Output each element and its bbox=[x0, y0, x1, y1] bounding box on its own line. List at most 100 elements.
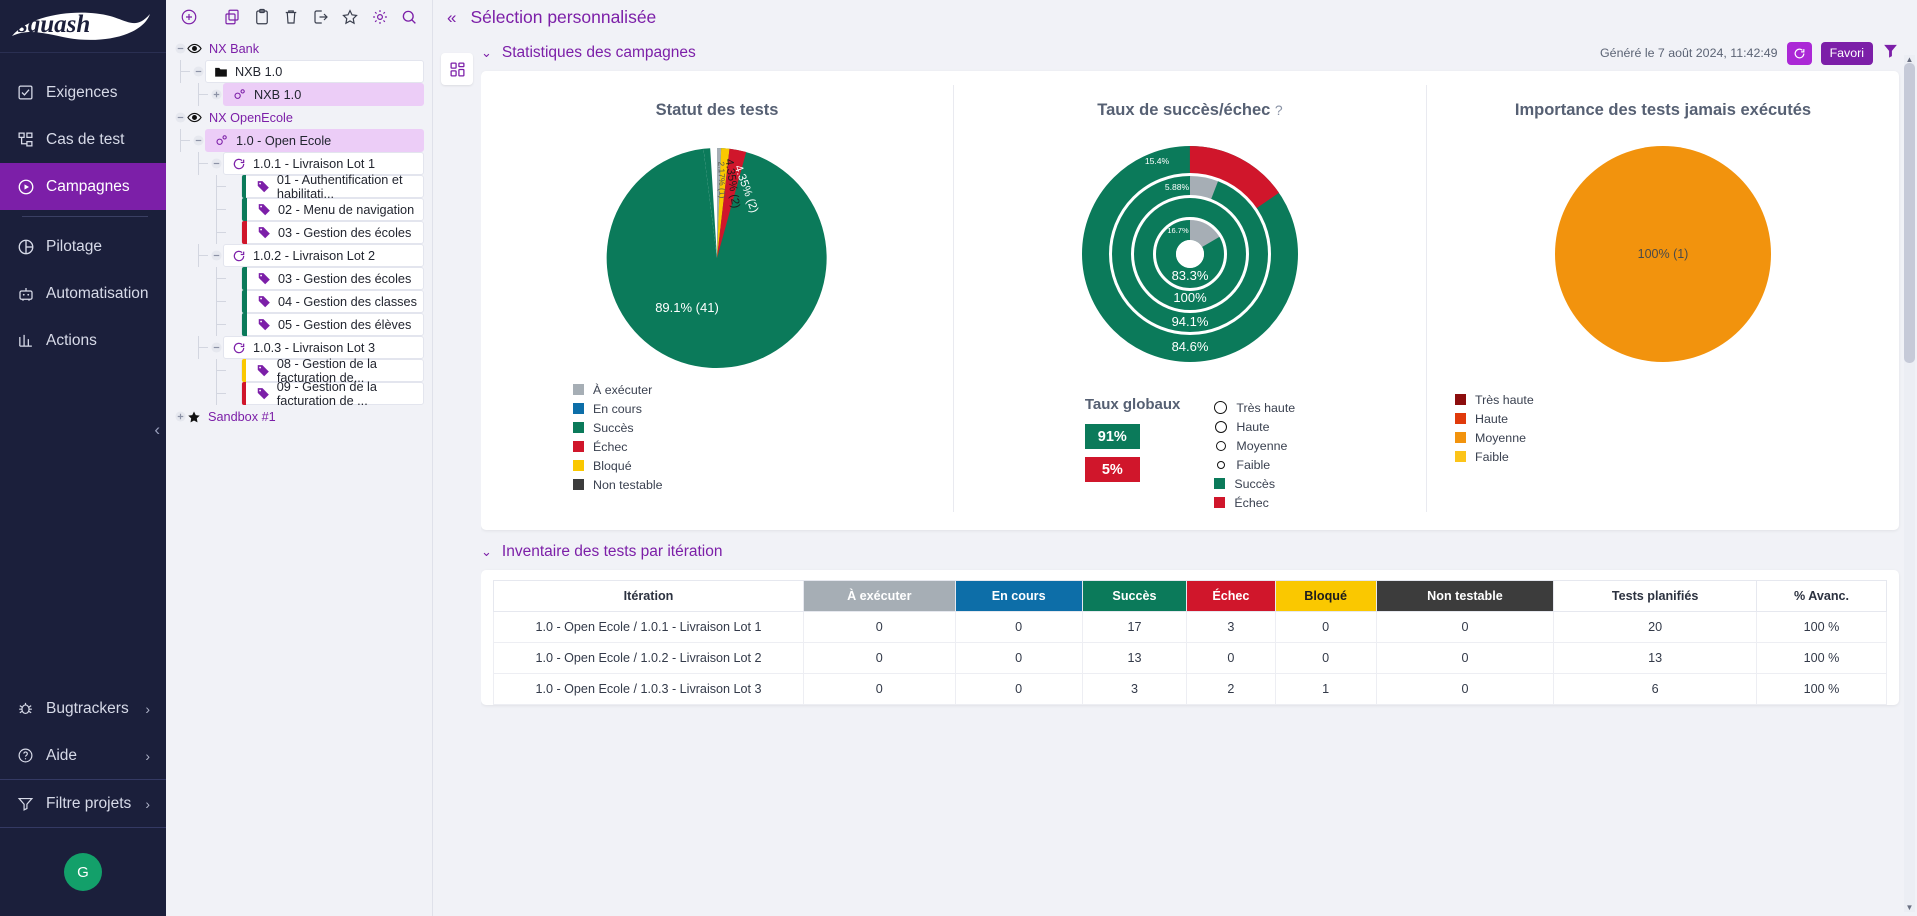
legend-item[interactable]: Haute bbox=[1214, 417, 1295, 436]
expand-node-icon[interactable] bbox=[210, 88, 223, 101]
legend-item[interactable]: Très haute bbox=[1455, 390, 1899, 409]
legend-item[interactable]: Faible bbox=[1214, 455, 1295, 474]
tree-node-box[interactable]: 1.0 - Open Ecole bbox=[205, 129, 424, 152]
legend-item[interactable]: Non testable bbox=[573, 475, 953, 494]
sidebar-item-filtre-projets[interactable]: Filtre projets › bbox=[0, 780, 166, 827]
table-column-header[interactable]: Tests planifiés bbox=[1554, 581, 1757, 612]
tree-node-box[interactable]: NXB 1.0 bbox=[223, 83, 424, 106]
refresh-button[interactable] bbox=[1787, 42, 1812, 65]
legend-label: Succès bbox=[593, 421, 634, 435]
legend-item[interactable]: Haute bbox=[1455, 409, 1899, 428]
double-chevron-left-icon[interactable]: « bbox=[447, 8, 456, 28]
table-row[interactable]: 1.0 - Open Ecole / 1.0.3 - Livraison Lot… bbox=[494, 674, 1887, 705]
tree-node-box[interactable]: 03 - Gestion des écoles bbox=[241, 221, 424, 244]
delete-icon[interactable] bbox=[277, 2, 307, 32]
legend-item[interactable]: Succès bbox=[1214, 474, 1295, 493]
export-icon[interactable] bbox=[306, 2, 336, 32]
legend-item[interactable]: Moyenne bbox=[1214, 436, 1295, 455]
table-column-header[interactable]: % Avanc. bbox=[1757, 581, 1887, 612]
paste-icon[interactable] bbox=[247, 2, 277, 32]
scrollbar-thumb[interactable] bbox=[1904, 63, 1915, 363]
tree-node-box[interactable]: 1.0.2 - Livraison Lot 2 bbox=[223, 244, 424, 267]
table-column-header[interactable]: À exécuter bbox=[804, 581, 956, 612]
scroll-down-arrow-icon[interactable]: ▼ bbox=[1904, 903, 1915, 912]
table-column-header[interactable]: Bloqué bbox=[1275, 581, 1376, 612]
sidebar-item-aide[interactable]: Aide › bbox=[0, 732, 166, 779]
tree-node[interactable]: 05 - Gestion des élèves bbox=[166, 313, 432, 336]
tree-node-label-group[interactable]: Sandbox #1 bbox=[187, 410, 276, 424]
sidebar-item-pilotage[interactable]: Pilotage bbox=[0, 223, 166, 270]
dashboard-grid-icon[interactable] bbox=[441, 53, 473, 85]
tree-node-box[interactable]: 05 - Gestion des élèves bbox=[241, 313, 424, 336]
chevron-down-icon[interactable]: ⌄ bbox=[481, 544, 492, 560]
tree-node-label-group[interactable]: NX Bank bbox=[187, 41, 259, 56]
sidebar-item-cas-de-test[interactable]: Cas de test bbox=[0, 116, 166, 163]
sidebar-item-actions[interactable]: Actions bbox=[0, 317, 166, 364]
avatar[interactable]: G bbox=[64, 853, 102, 891]
tree-node[interactable]: 02 - Menu de navigation bbox=[166, 198, 432, 221]
table-column-header[interactable]: Non testable bbox=[1376, 581, 1553, 612]
add-icon[interactable] bbox=[174, 2, 204, 32]
pie-slice-succes[interactable] bbox=[607, 148, 827, 368]
tree-node-box[interactable]: 01 - Authentification et habilitati... bbox=[241, 175, 424, 198]
tree-node[interactable]: NXB 1.0 bbox=[166, 60, 432, 83]
sidebar-item-automatisation[interactable]: Automatisation bbox=[0, 270, 166, 317]
legend-item[interactable]: Bloqué bbox=[573, 456, 953, 475]
tree-node[interactable]: NX OpenEcole bbox=[166, 106, 432, 129]
legend-ring-marker bbox=[1217, 461, 1225, 469]
collapse-node-icon[interactable] bbox=[174, 111, 187, 124]
tree-node-box[interactable]: 02 - Menu de navigation bbox=[241, 198, 424, 221]
sidebar-item-exigences[interactable]: Exigences bbox=[0, 69, 166, 116]
tree-node-box[interactable]: 04 - Gestion des classes bbox=[241, 290, 424, 313]
tree-node-box[interactable]: 03 - Gestion des écoles bbox=[241, 267, 424, 290]
table-column-header[interactable]: Itération bbox=[494, 581, 804, 612]
legend-item[interactable]: Succès bbox=[573, 418, 953, 437]
tree-node[interactable]: 1.0 - Open Ecole bbox=[166, 129, 432, 152]
legend-item[interactable]: Faible bbox=[1455, 447, 1899, 466]
collapse-node-icon[interactable] bbox=[192, 134, 205, 147]
table-column-header[interactable]: Échec bbox=[1187, 581, 1275, 612]
table-column-header[interactable]: Succès bbox=[1082, 581, 1187, 612]
table-column-header[interactable]: En cours bbox=[955, 581, 1082, 612]
collapse-node-icon[interactable] bbox=[210, 157, 223, 170]
copy-icon[interactable] bbox=[218, 2, 248, 32]
collapse-node-icon[interactable] bbox=[174, 42, 187, 55]
tree-node[interactable]: 09 - Gestion de la facturation de ... bbox=[166, 382, 432, 405]
tree-node-box[interactable]: 09 - Gestion de la facturation de ... bbox=[241, 382, 424, 405]
tree-node[interactable]: Sandbox #1 bbox=[166, 405, 432, 428]
legend-item[interactable]: Très haute bbox=[1214, 398, 1295, 417]
tree-node-label-group[interactable]: NX OpenEcole bbox=[187, 110, 293, 125]
tree-node[interactable]: 03 - Gestion des écoles bbox=[166, 221, 432, 244]
tree-node[interactable]: NXB 1.0 bbox=[166, 83, 432, 106]
favorite-star-icon[interactable] bbox=[336, 2, 366, 32]
vertical-scrollbar[interactable]: ▲ ▼ bbox=[1904, 55, 1915, 912]
collapse-node-icon[interactable] bbox=[210, 249, 223, 262]
tree-node[interactable]: NX Bank bbox=[166, 37, 432, 60]
tree-node-label: 1.0.2 - Livraison Lot 2 bbox=[253, 249, 375, 263]
squash-logo[interactable]: squash bbox=[0, 0, 166, 53]
filter-funnel-icon[interactable] bbox=[1882, 42, 1899, 64]
help-icon[interactable]: ? bbox=[1275, 102, 1283, 118]
table-row[interactable]: 1.0 - Open Ecole / 1.0.1 - Livraison Lot… bbox=[494, 612, 1887, 643]
sidebar-item-campagnes[interactable]: Campagnes bbox=[0, 163, 166, 210]
collapse-panel-button[interactable]: ‹ bbox=[154, 420, 160, 440]
legend-item[interactable]: Échec bbox=[573, 437, 953, 456]
tree-node[interactable]: 1.0.2 - Livraison Lot 2 bbox=[166, 244, 432, 267]
chevron-down-icon[interactable]: ⌄ bbox=[481, 45, 492, 61]
tree-node[interactable]: 01 - Authentification et habilitati... bbox=[166, 175, 432, 198]
legend-item[interactable]: En cours bbox=[573, 399, 953, 418]
legend-item[interactable]: Échec bbox=[1214, 493, 1295, 512]
sidebar-item-bugtrackers[interactable]: Bugtrackers › bbox=[0, 685, 166, 732]
collapse-node-icon[interactable] bbox=[210, 341, 223, 354]
table-row[interactable]: 1.0 - Open Ecole / 1.0.2 - Livraison Lot… bbox=[494, 643, 1887, 674]
search-icon[interactable] bbox=[395, 2, 425, 32]
tree-node-box[interactable]: NXB 1.0 bbox=[205, 60, 424, 83]
collapse-node-icon[interactable] bbox=[192, 65, 205, 78]
tree-node[interactable]: 03 - Gestion des écoles bbox=[166, 267, 432, 290]
legend-item[interactable]: Moyenne bbox=[1455, 428, 1899, 447]
tree-node[interactable]: 04 - Gestion des classes bbox=[166, 290, 432, 313]
favorite-button[interactable]: Favori bbox=[1821, 42, 1873, 65]
settings-gear-icon[interactable] bbox=[365, 2, 395, 32]
expand-node-icon[interactable] bbox=[174, 410, 187, 423]
legend-item[interactable]: À exécuter bbox=[573, 380, 953, 399]
